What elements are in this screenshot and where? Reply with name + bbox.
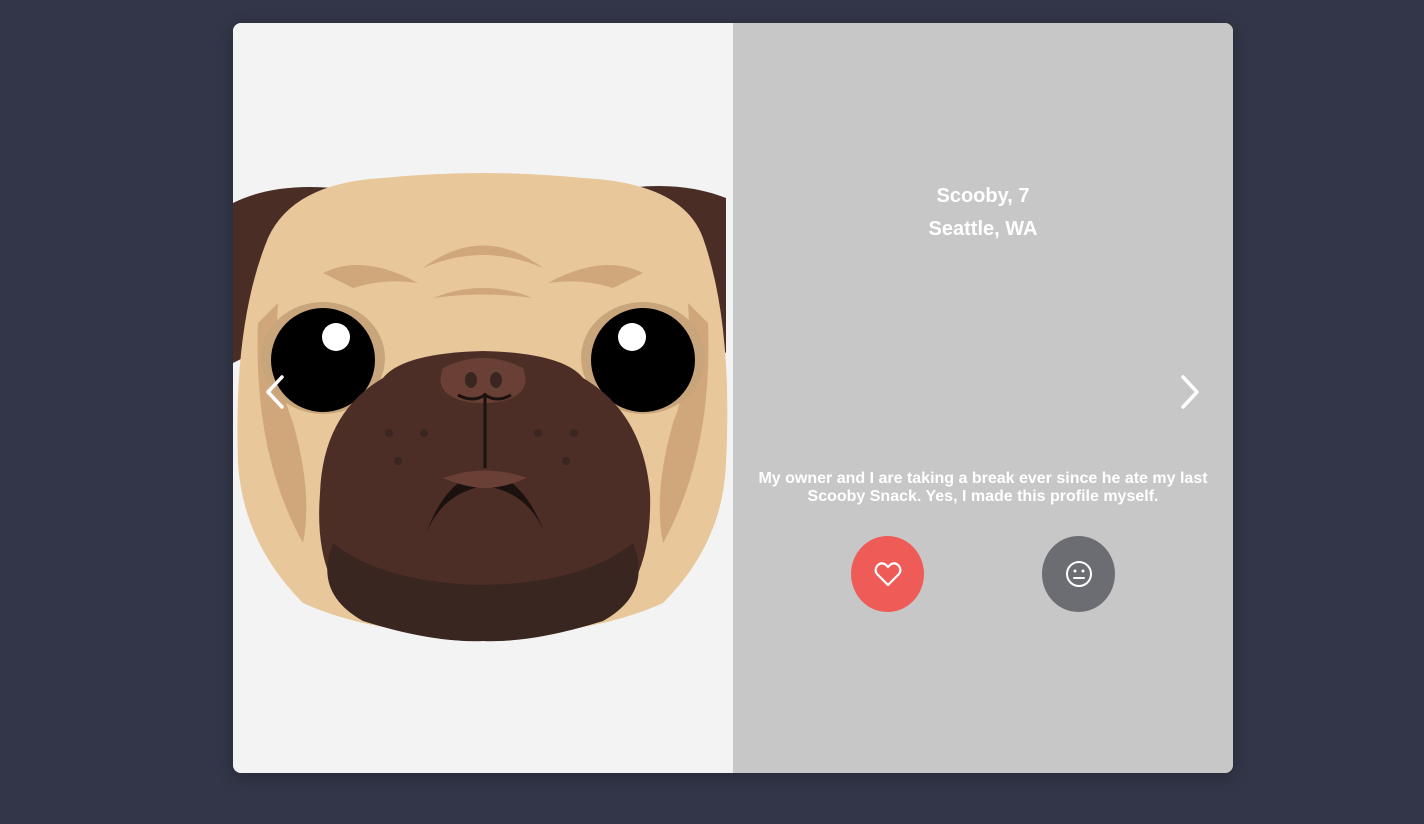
chevron-right-icon (1181, 375, 1199, 409)
heart-icon (874, 562, 901, 587)
profile-card: Scooby, 7 Seattle, WA My owner and I are… (233, 23, 1233, 773)
neutral-face-icon (1065, 561, 1092, 587)
profile-location: Seattle, WA (928, 218, 1038, 240)
chevron-left-icon (266, 375, 284, 409)
profile-info-panel: Scooby, 7 Seattle, WA My owner and I are… (733, 23, 1233, 773)
pass-button[interactable] (1042, 536, 1115, 612)
profile-bio: My owner and I are taking a break ever s… (758, 470, 1208, 505)
profile-name-age: Scooby, 7 (936, 185, 1030, 207)
like-button[interactable] (851, 536, 924, 612)
pug-face-image (233, 173, 728, 642)
next-photo-button[interactable] (1170, 362, 1210, 422)
profile-photo (233, 23, 733, 773)
previous-photo-button[interactable] (255, 362, 295, 422)
